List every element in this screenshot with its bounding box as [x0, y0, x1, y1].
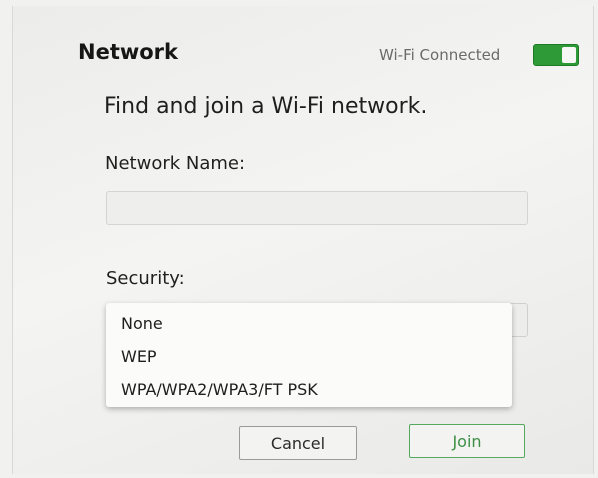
network-name-input[interactable] — [106, 191, 528, 225]
security-label: Security: — [106, 268, 185, 289]
cancel-button[interactable]: Cancel — [239, 426, 357, 460]
wifi-status-label: Wi-Fi Connected — [379, 46, 501, 64]
security-option-none[interactable]: None — [106, 307, 512, 340]
security-option-wpa-psk[interactable]: WPA/WPA2/WPA3/FT PSK — [106, 373, 512, 406]
page-title: Network — [78, 40, 179, 64]
join-button[interactable]: Join — [409, 424, 525, 458]
toggle-knob — [562, 47, 576, 63]
network-name-label: Network Name: — [105, 153, 246, 174]
form-heading: Find and join a Wi-Fi network. — [104, 94, 428, 119]
wifi-toggle[interactable] — [533, 44, 579, 66]
security-option-wep[interactable]: WEP — [106, 340, 512, 373]
security-dropdown-menu: None WEP WPA/WPA2/WPA3/FT PSK — [106, 303, 512, 407]
